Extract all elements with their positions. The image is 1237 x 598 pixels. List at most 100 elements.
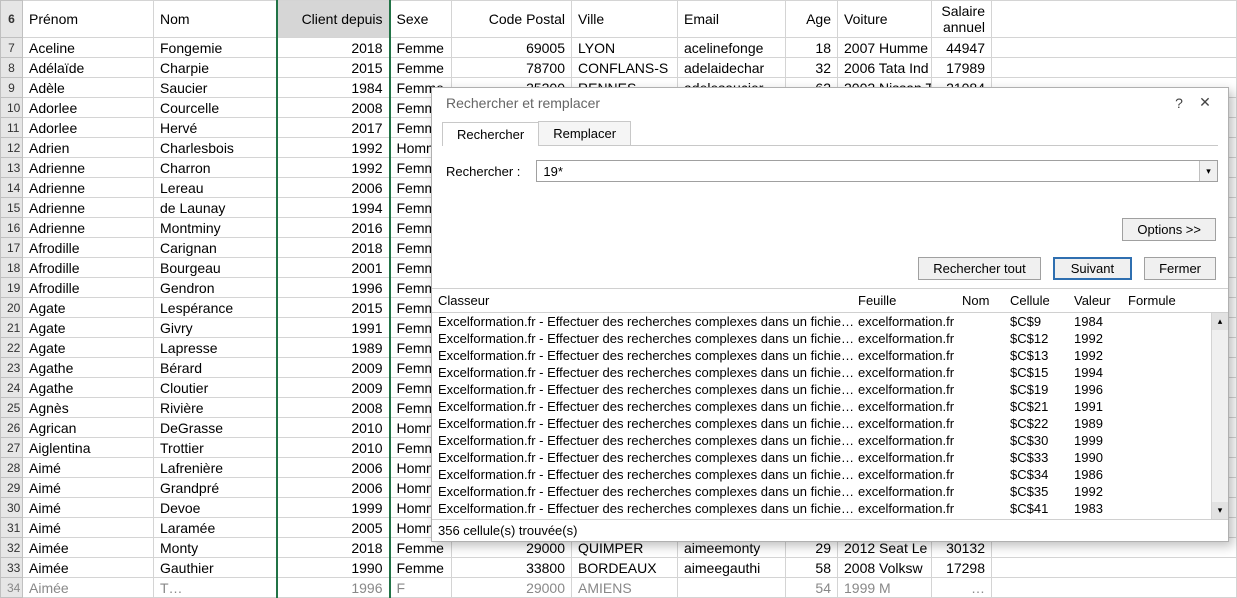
col-header[interactable]: Voiture	[838, 1, 932, 38]
row-header[interactable]: 31	[1, 518, 23, 538]
result-row[interactable]: Excelformation.fr - Effectuer des recher…	[432, 364, 1210, 381]
col-valeur[interactable]: Valeur	[1074, 293, 1128, 308]
cell[interactable]: Lafrenière	[154, 458, 277, 478]
cell[interactable]: Aiglentina	[23, 438, 154, 458]
cell[interactable]: Femme	[390, 38, 452, 58]
cell[interactable]: Montminy	[154, 218, 277, 238]
cell[interactable]: CONFLANS-S	[572, 58, 678, 78]
row-header[interactable]: 12	[1, 138, 23, 158]
tab-replace[interactable]: Remplacer	[538, 121, 631, 145]
cell[interactable]: 2005	[277, 518, 390, 538]
cell[interactable]: 2001	[277, 258, 390, 278]
cell[interactable]: Agathe	[23, 378, 154, 398]
cell[interactable]: Aimée	[23, 558, 154, 578]
row-header[interactable]: 28	[1, 458, 23, 478]
cell[interactable]: LYON	[572, 38, 678, 58]
col-nom[interactable]: Nom	[962, 293, 1010, 308]
cell[interactable]: aimeegauthi	[678, 558, 786, 578]
row-header[interactable]: 9	[1, 78, 23, 98]
row-header[interactable]: 27	[1, 438, 23, 458]
cell[interactable]: 2006	[277, 178, 390, 198]
cell[interactable]: Aceline	[23, 38, 154, 58]
cell[interactable]: Gendron	[154, 278, 277, 298]
cell[interactable]: 58	[786, 558, 838, 578]
row-header[interactable]: 19	[1, 278, 23, 298]
cell[interactable]: Lespérance	[154, 298, 277, 318]
cell[interactable]: Gauthier	[154, 558, 277, 578]
cell[interactable]: 17989	[932, 58, 992, 78]
row-header[interactable]: 13	[1, 158, 23, 178]
cell[interactable]: Lapresse	[154, 338, 277, 358]
cell[interactable]: Afrodille	[23, 278, 154, 298]
row-header[interactable]: 15	[1, 198, 23, 218]
row-header[interactable]: 33	[1, 558, 23, 578]
row-header[interactable]: 30	[1, 498, 23, 518]
cell[interactable]: Aimé	[23, 458, 154, 478]
row-header[interactable]: 26	[1, 418, 23, 438]
cell[interactable]	[678, 578, 786, 598]
row-header[interactable]: 17	[1, 238, 23, 258]
cell[interactable]: Adélaïde	[23, 58, 154, 78]
cell[interactable]: Saucier	[154, 78, 277, 98]
cell[interactable]: 1990	[277, 558, 390, 578]
cell[interactable]: Lereau	[154, 178, 277, 198]
cell[interactable]: 1991	[277, 318, 390, 338]
col-feuille[interactable]: Feuille	[858, 293, 962, 308]
row-header[interactable]: 7	[1, 38, 23, 58]
cell[interactable]: 17298	[932, 558, 992, 578]
cell[interactable]: Charlesbois	[154, 138, 277, 158]
row-header[interactable]: 25	[1, 398, 23, 418]
row-header[interactable]: 16	[1, 218, 23, 238]
cell[interactable]: acelinefonge	[678, 38, 786, 58]
result-row[interactable]: Excelformation.fr - Effectuer des recher…	[432, 432, 1210, 449]
cell[interactable]: Adrienne	[23, 158, 154, 178]
chevron-down-icon[interactable]: ▾	[1199, 161, 1217, 181]
result-row[interactable]: Excelformation.fr - Effectuer des recher…	[432, 483, 1210, 500]
col-formule[interactable]: Formule	[1128, 293, 1228, 308]
cell[interactable]: 2007 Humme	[838, 38, 932, 58]
cell[interactable]: 78700	[452, 58, 572, 78]
dialog-titlebar[interactable]: Rechercher et remplacer ? ✕	[432, 88, 1228, 115]
cell[interactable]: Bourgeau	[154, 258, 277, 278]
row-header[interactable]: 11	[1, 118, 23, 138]
cell[interactable]: Adrienne	[23, 198, 154, 218]
cell[interactable]: 33800	[452, 558, 572, 578]
cell[interactable]: Fongemie	[154, 38, 277, 58]
col-header[interactable]: Nom	[154, 1, 277, 38]
cell[interactable]: 1999	[277, 498, 390, 518]
cell[interactable]: 1996	[277, 278, 390, 298]
cell[interactable]: 1999 M	[838, 578, 932, 598]
result-row[interactable]: Excelformation.fr - Effectuer des recher…	[432, 500, 1210, 517]
cell[interactable]: 1996	[277, 578, 390, 598]
cell[interactable]: Femme	[390, 558, 452, 578]
cell[interactable]: Agathe	[23, 358, 154, 378]
cell[interactable]: BORDEAUX	[572, 558, 678, 578]
cell[interactable]: adelaidechar	[678, 58, 786, 78]
cell[interactable]: 2015	[277, 58, 390, 78]
col-header[interactable]: Age	[786, 1, 838, 38]
col-header[interactable]: Prénom	[23, 1, 154, 38]
cell[interactable]: 54	[786, 578, 838, 598]
cell[interactable]: Agate	[23, 318, 154, 338]
cell[interactable]: 2008 Volksw	[838, 558, 932, 578]
cell[interactable]: Devoe	[154, 498, 277, 518]
col-header[interactable]: Email	[678, 1, 786, 38]
row-header[interactable]: 14	[1, 178, 23, 198]
cell[interactable]: 2010	[277, 438, 390, 458]
close-button[interactable]: Fermer	[1144, 257, 1216, 280]
col-header[interactable]: Client depuis	[277, 1, 390, 38]
cell[interactable]: 2018	[277, 38, 390, 58]
cell[interactable]: 2015	[277, 298, 390, 318]
cell[interactable]: 2018	[277, 538, 390, 558]
scroll-up-icon[interactable]: ▴	[1212, 313, 1228, 330]
row-header[interactable]: 20	[1, 298, 23, 318]
cell[interactable]: F	[390, 578, 452, 598]
cell[interactable]: 2006	[277, 458, 390, 478]
col-classeur[interactable]: Classeur	[432, 293, 858, 308]
cell[interactable]: 1992	[277, 158, 390, 178]
scroll-down-icon[interactable]: ▾	[1212, 502, 1228, 519]
cell[interactable]: Afrodille	[23, 238, 154, 258]
cell[interactable]: Adrien	[23, 138, 154, 158]
result-row[interactable]: Excelformation.fr - Effectuer des recher…	[432, 415, 1210, 432]
row-header[interactable]: 10	[1, 98, 23, 118]
